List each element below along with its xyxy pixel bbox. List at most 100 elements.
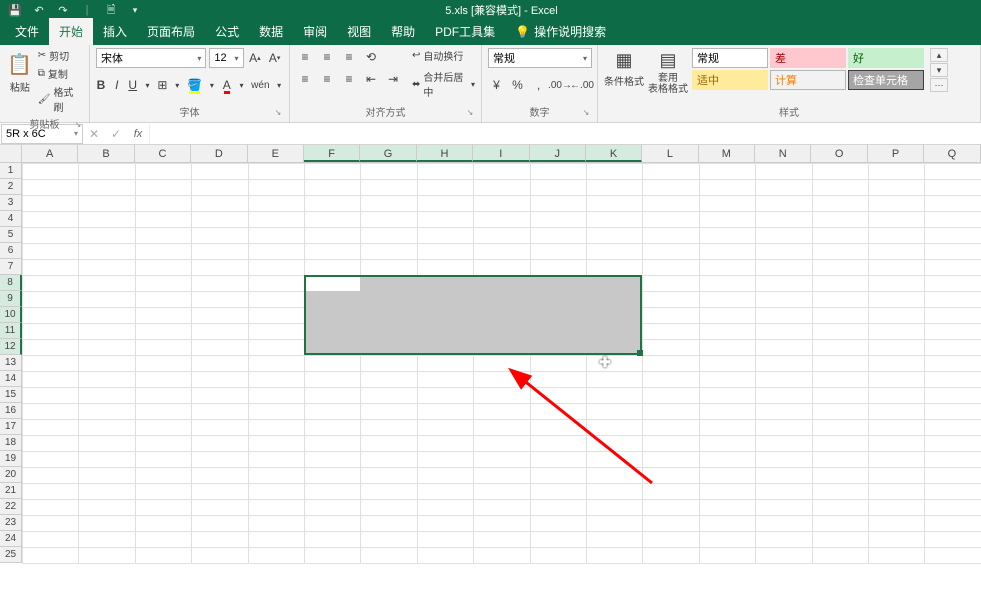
decrease-decimal-icon[interactable]: ←.00 (573, 76, 591, 94)
row-header-12[interactable]: 12 (0, 339, 22, 355)
align-middle-icon[interactable]: ≡ (318, 48, 336, 66)
spreadsheet-grid[interactable]: ABCDEFGHIJKLMNOPQ 1234567891011121314151… (0, 145, 981, 573)
accept-icon[interactable]: ✓ (105, 124, 127, 144)
row-header-20[interactable]: 20 (0, 467, 22, 483)
orientation-icon[interactable]: ⟲ (362, 48, 380, 66)
row-header-3[interactable]: 3 (0, 195, 22, 211)
tab-公式[interactable]: 公式 (205, 18, 249, 45)
col-header-G[interactable]: G (360, 145, 416, 162)
launcher-icon[interactable]: ↘ (581, 108, 591, 118)
col-header-M[interactable]: M (699, 145, 755, 162)
bold-button[interactable]: B (96, 76, 106, 94)
col-header-L[interactable]: L (642, 145, 698, 162)
cells-area[interactable]: ✚ (22, 163, 981, 563)
row-header-25[interactable]: 25 (0, 547, 22, 563)
col-header-J[interactable]: J (530, 145, 586, 162)
table-format-button[interactable]: ▤ 套用 表格格式 (648, 48, 688, 95)
formula-input[interactable] (149, 124, 981, 144)
launcher-icon[interactable]: ↘ (73, 120, 83, 130)
col-header-P[interactable]: P (868, 145, 924, 162)
align-left-icon[interactable]: ≡ (296, 70, 314, 88)
row-header-2[interactable]: 2 (0, 179, 22, 195)
align-right-icon[interactable]: ≡ (340, 70, 358, 88)
row-header-17[interactable]: 17 (0, 419, 22, 435)
align-top-icon[interactable]: ≡ (296, 48, 314, 66)
tab-插入[interactable]: 插入 (93, 18, 137, 45)
launcher-icon[interactable]: ↘ (465, 108, 475, 118)
col-header-K[interactable]: K (586, 145, 642, 162)
style-cell-检查单元格[interactable]: 检查单元格 (848, 70, 924, 90)
conditional-format-button[interactable]: ▦ 条件格式 (604, 48, 644, 88)
underline-button[interactable]: U (128, 76, 138, 94)
row-header-7[interactable]: 7 (0, 259, 22, 275)
tab-帮助[interactable]: 帮助 (381, 18, 425, 45)
col-header-I[interactable]: I (473, 145, 529, 162)
row-header-13[interactable]: 13 (0, 355, 22, 371)
tab-开始[interactable]: 开始 (49, 18, 93, 45)
row-header-1[interactable]: 1 (0, 163, 22, 179)
row-header-23[interactable]: 23 (0, 515, 22, 531)
percent-icon[interactable]: % (509, 76, 526, 94)
chevron-down-icon[interactable]: ▾ (275, 76, 283, 94)
row-header-6[interactable]: 6 (0, 243, 22, 259)
style-cell-常规[interactable]: 常规 (692, 48, 768, 68)
row-header-14[interactable]: 14 (0, 371, 22, 387)
increase-decimal-icon[interactable]: .00→ (551, 76, 569, 94)
col-header-B[interactable]: B (78, 145, 134, 162)
currency-icon[interactable]: ¥ (488, 76, 505, 94)
fill-color-button[interactable]: 🪣 (187, 76, 202, 94)
launcher-icon[interactable]: ↘ (273, 108, 283, 118)
col-header-F[interactable]: F (304, 145, 360, 162)
tab-文件[interactable]: 文件 (5, 18, 49, 45)
row-header-16[interactable]: 16 (0, 403, 22, 419)
qat-more-icon[interactable]: ▾ (128, 3, 142, 17)
col-header-D[interactable]: D (191, 145, 247, 162)
comma-icon[interactable]: , (530, 76, 547, 94)
merge-center-button[interactable]: ⬌合并后居中▾ (412, 69, 475, 99)
wrap-text-button[interactable]: ↩自动换行 (412, 48, 475, 63)
scroll-down-icon[interactable]: ▾ (930, 63, 948, 77)
row-header-4[interactable]: 4 (0, 211, 22, 227)
style-cell-好[interactable]: 好 (848, 48, 924, 68)
font-name-combo[interactable]: 宋体▾ (96, 48, 206, 68)
row-header-8[interactable]: 8 (0, 275, 22, 291)
row-header-24[interactable]: 24 (0, 531, 22, 547)
row-header-21[interactable]: 21 (0, 483, 22, 499)
col-header-O[interactable]: O (811, 145, 867, 162)
align-center-icon[interactable]: ≡ (318, 70, 336, 88)
row-header-5[interactable]: 5 (0, 227, 22, 243)
col-header-E[interactable]: E (248, 145, 304, 162)
cell-styles-gallery[interactable]: 常规差好适中计算检查单元格 (692, 48, 924, 90)
tab-视图[interactable]: 视图 (337, 18, 381, 45)
row-header-9[interactable]: 9 (0, 291, 22, 307)
col-header-Q[interactable]: Q (924, 145, 980, 162)
copy-button[interactable]: ⧉复制 (38, 66, 83, 81)
increase-font-icon[interactable]: A▴ (247, 49, 264, 67)
format-painter-button[interactable]: 🖌格式刷 (38, 84, 83, 114)
col-header-C[interactable]: C (135, 145, 191, 162)
row-header-15[interactable]: 15 (0, 387, 22, 403)
style-cell-适中[interactable]: 适中 (692, 70, 768, 90)
font-color-button[interactable]: A (222, 76, 232, 94)
cancel-icon[interactable]: ✕ (83, 124, 105, 144)
chevron-down-icon[interactable]: ▾ (238, 76, 246, 94)
font-size-combo[interactable]: 12▾ (209, 48, 243, 68)
row-header-19[interactable]: 19 (0, 451, 22, 467)
tab-数据[interactable]: 数据 (249, 18, 293, 45)
new-doc-icon[interactable]: 🗎 (104, 3, 118, 17)
col-header-A[interactable]: A (22, 145, 78, 162)
decrease-font-icon[interactable]: A▾ (266, 49, 283, 67)
select-all-corner[interactable] (0, 145, 22, 162)
tab-页面布局[interactable]: 页面布局 (137, 18, 205, 45)
row-header-10[interactable]: 10 (0, 307, 22, 323)
scroll-up-icon[interactable]: ▴ (930, 48, 948, 62)
row-header-11[interactable]: 11 (0, 323, 22, 339)
chevron-down-icon[interactable]: ▾ (173, 76, 181, 94)
col-header-H[interactable]: H (417, 145, 473, 162)
undo-icon[interactable]: ↶ (32, 3, 46, 17)
row-header-22[interactable]: 22 (0, 499, 22, 515)
phonetic-button[interactable]: wén (251, 76, 269, 94)
number-format-combo[interactable]: 常规▾ (488, 48, 592, 68)
paste-button[interactable]: 📋 粘贴 (6, 48, 34, 94)
tab-审阅[interactable]: 审阅 (293, 18, 337, 45)
